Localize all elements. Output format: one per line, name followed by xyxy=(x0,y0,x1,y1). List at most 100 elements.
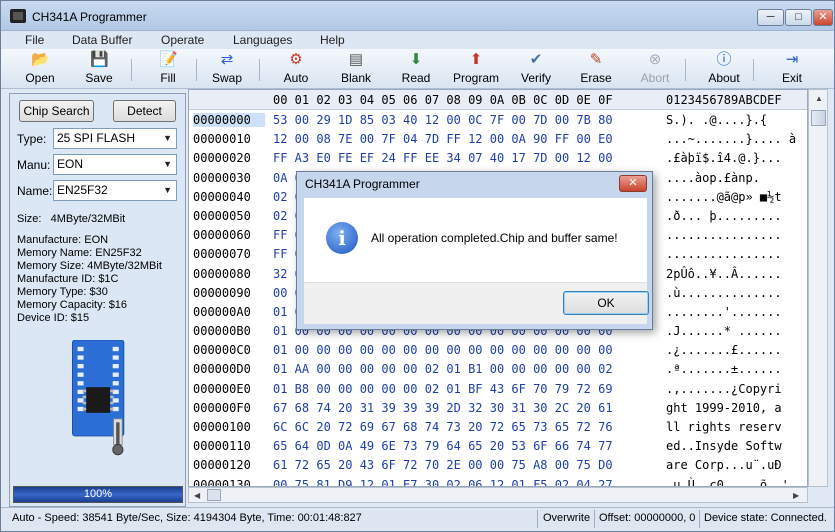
save-icon: 💾 xyxy=(90,51,109,68)
row-ascii: ................ xyxy=(666,247,782,262)
row-address: 00000070 xyxy=(193,247,251,262)
blank-icon: ▤ xyxy=(348,51,364,68)
row-ascii: .ð... þ......... xyxy=(666,208,782,223)
status-offset: Offset: 00000000, 0 xyxy=(599,512,696,524)
menu-file[interactable]: File xyxy=(25,33,44,47)
auto-button[interactable]: ⚙ Auto xyxy=(271,51,321,87)
row-address: 00000010 xyxy=(193,132,251,147)
menu-data-buffer[interactable]: Data Buffer xyxy=(72,33,132,47)
row-address: 00000110 xyxy=(193,439,251,454)
row-ascii: .J......* ...... xyxy=(666,324,782,339)
erase-button[interactable]: ✎ Erase xyxy=(571,51,621,87)
blank-button[interactable]: ▤ Blank xyxy=(331,51,381,87)
save-button[interactable]: 💾 Save xyxy=(74,51,124,87)
hex-column-header: 00 01 02 03 04 05 06 07 08 09 0A 0B 0C 0… xyxy=(273,93,613,107)
scroll-up-icon[interactable]: ▲ xyxy=(815,94,823,103)
row-hex-bytes: 12 00 08 7E 00 7F 04 7D FF 12 00 0A 90 F… xyxy=(273,132,613,147)
row-ascii: .ù.............. xyxy=(666,285,782,300)
table-row[interactable]: 000000C0 01 00 00 00 00 00 00 00 00 00 00… xyxy=(189,341,807,360)
status-mode: Overwrite xyxy=(543,512,591,524)
hex-header: 00 01 02 03 04 05 06 07 08 09 0A 0B 0C 0… xyxy=(189,90,807,110)
table-row[interactable]: 000000F0 67 68 74 20 31 39 39 39 2D 32 30… xyxy=(189,399,807,418)
toolbar-separator xyxy=(259,59,260,81)
row-address: 00000080 xyxy=(193,266,251,281)
exit-button[interactable]: ⇥ Exit xyxy=(767,51,817,87)
table-row[interactable]: 00000000 53 00 29 1D 85 03 40 12 00 0C 7F… xyxy=(189,111,807,130)
minimize-button[interactable]: ─ xyxy=(757,9,784,26)
status-separator xyxy=(594,510,595,528)
open-button[interactable]: 📂 Open xyxy=(15,51,65,87)
info-icon: ⓘ xyxy=(716,51,732,68)
chip-app-icon xyxy=(10,9,26,23)
table-row[interactable]: 00000130 00 75 81 D9 12 01 E7 30 02 06 12… xyxy=(189,476,807,487)
detect-button[interactable]: Detect xyxy=(113,100,176,122)
row-address: 00000000 xyxy=(193,113,265,127)
table-row[interactable]: 00000110 65 64 0D 0A 49 6E 73 79 64 65 20… xyxy=(189,437,807,456)
ascii-column-header: 0123456789ABCDEF xyxy=(666,93,782,107)
message-dialog: CH341A Programmer ✕ i All operation comp… xyxy=(296,171,653,330)
row-address: 00000130 xyxy=(193,477,251,487)
ok-button[interactable]: OK xyxy=(563,291,649,315)
info-memory-size: Memory Size: 4MByte/32MBit xyxy=(17,260,162,272)
close-button[interactable]: ✕ xyxy=(813,9,833,26)
exit-icon: ⇥ xyxy=(785,51,799,68)
verify-icon: ✔ xyxy=(529,51,543,68)
swap-button[interactable]: ⇄ Swap xyxy=(202,51,252,87)
abort-icon: ⊗ xyxy=(648,51,662,68)
fill-icon: 📝 xyxy=(159,51,178,68)
table-row[interactable]: 000000E0 01 B8 00 00 00 00 00 02 01 BF 43… xyxy=(189,380,807,399)
toolbar-separator xyxy=(196,59,197,81)
row-address: 000000E0 xyxy=(193,381,251,396)
row-address: 00000020 xyxy=(193,151,251,166)
row-address: 00000050 xyxy=(193,208,251,223)
maximize-button[interactable]: □ xyxy=(785,9,812,26)
row-ascii: ght 1999-2010, a xyxy=(666,400,782,415)
menu-languages[interactable]: Languages xyxy=(233,33,292,47)
folder-icon: 📂 xyxy=(31,51,50,68)
table-row[interactable]: 00000120 61 72 65 20 43 6F 72 70 2E 00 00… xyxy=(189,456,807,475)
fill-button[interactable]: 📝 Fill xyxy=(143,51,193,87)
row-ascii: .......@ã@p» ■½t xyxy=(666,189,782,204)
erase-icon: ✎ xyxy=(589,51,603,68)
horizontal-scrollbar[interactable]: ◀ ▶ xyxy=(188,487,808,503)
row-ascii: .ª.......±...... xyxy=(666,362,782,377)
type-select[interactable]: 25 SPI FLASH ▼ xyxy=(53,128,177,149)
table-row[interactable]: 00000010 12 00 08 7E 00 7F 04 7D FF 12 00… xyxy=(189,130,807,149)
status-device: Device state: Connected. xyxy=(704,512,827,524)
hscroll-thumb[interactable] xyxy=(207,489,221,501)
chip-search-button[interactable]: Chip Search xyxy=(19,100,94,122)
row-ascii: S.). .@....}.{ xyxy=(666,113,768,127)
info-memory-type: Memory Type: $30 xyxy=(17,286,108,298)
info-icon: i xyxy=(326,222,358,254)
program-button[interactable]: ⬆ Program xyxy=(451,51,501,87)
programmer-socket-icon xyxy=(72,340,125,456)
info-manufacture: Manufacture: EON xyxy=(17,234,109,246)
manufacturer-select[interactable]: EON ▼ xyxy=(53,154,177,175)
row-address: 00000030 xyxy=(193,170,251,185)
read-button[interactable]: ⬇ Read xyxy=(391,51,441,87)
status-separator xyxy=(699,510,700,528)
about-button[interactable]: ⓘ About xyxy=(699,51,749,87)
menu-operate[interactable]: Operate xyxy=(161,33,204,47)
table-row[interactable]: 00000020 FF A3 E0 FE EF 24 FF EE 34 07 40… xyxy=(189,149,807,168)
toolbar-separator xyxy=(685,59,686,81)
vertical-scrollbar[interactable]: ▲ xyxy=(808,89,828,487)
chevron-down-icon: ▼ xyxy=(163,133,172,143)
dialog-close-button[interactable]: ✕ xyxy=(619,175,647,192)
row-address: 00000120 xyxy=(193,458,251,473)
scroll-left-icon[interactable]: ◀ xyxy=(194,491,200,500)
table-row[interactable]: 000000D0 01 AA 00 00 00 00 00 02 01 B1 00… xyxy=(189,360,807,379)
scroll-thumb[interactable] xyxy=(811,110,826,126)
auto-icon: ⚙ xyxy=(289,51,303,68)
table-row[interactable]: 00000100 6C 6C 20 72 69 67 68 74 73 20 72… xyxy=(189,418,807,437)
abort-button[interactable]: ⊗ Abort xyxy=(630,51,680,87)
menu-help[interactable]: Help xyxy=(320,33,345,47)
toolbar-separator xyxy=(753,59,754,81)
scroll-right-icon[interactable]: ▶ xyxy=(793,491,799,500)
title-bar[interactable]: CH341A Programmer ─ □ ✕ xyxy=(1,1,834,31)
row-ascii: ed..Insyde Softw xyxy=(666,439,782,454)
verify-button[interactable]: ✔ Verify xyxy=(511,51,561,87)
chip-name-select[interactable]: EN25F32 ▼ xyxy=(53,180,177,201)
row-ascii: are Corp...u¨.uÐ xyxy=(666,458,782,473)
row-hex-bytes: 01 AA 00 00 00 00 00 02 01 B1 00 00 00 0… xyxy=(273,362,613,377)
